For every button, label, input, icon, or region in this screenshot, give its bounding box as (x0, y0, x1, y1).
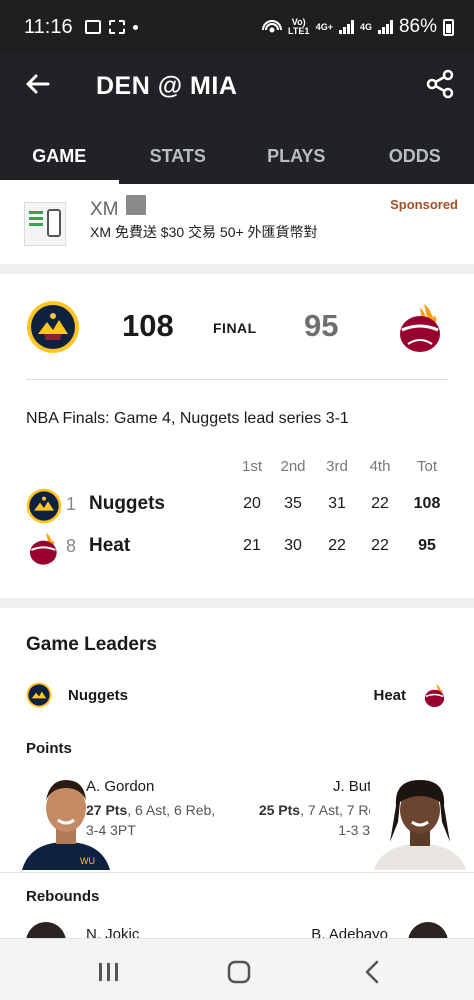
player-headshot-butler[interactable] (370, 772, 470, 870)
game-leaders-card: Game Leaders Nuggets Heat Points WU A. G… (0, 608, 474, 938)
leader-points: 27 Pts (86, 802, 128, 818)
network-4g-plus: 4G+ (315, 21, 333, 32)
recent-apps-icon[interactable] (94, 957, 124, 987)
team-name: Heat (89, 535, 131, 556)
table-row[interactable]: 8 Heat 21 30 22 22 95 (26, 526, 448, 568)
quarter-score: 22 (371, 537, 389, 554)
quarter-score: 22 (371, 495, 389, 512)
android-nav-bar (0, 938, 474, 1000)
notification-dot-icon (132, 24, 138, 30)
game-status: FINAL (213, 320, 257, 336)
quarter-score: 20 (243, 495, 261, 512)
score-card: 108 FINAL 95 NBA Finals: Game 4, Nuggets… (0, 274, 474, 598)
sponsored-label: Sponsored (390, 197, 458, 212)
volte-label: Vo) LTE1 (288, 17, 310, 36)
leader-name[interactable]: A. Gordon (86, 778, 154, 795)
gallery-icon (84, 20, 101, 34)
tab-stats[interactable]: STATS (119, 134, 238, 184)
quarter-score: 21 (243, 537, 261, 554)
table-row[interactable]: 1 Nuggets 20 35 31 22 108 (26, 484, 448, 526)
quarter-score: 30 (284, 537, 302, 554)
ad-brand: XM (90, 199, 119, 220)
game-title: DEN @ MIA (96, 72, 238, 100)
team-seed: 1 (66, 494, 77, 514)
left-team-name: Nuggets (68, 687, 128, 704)
line-score-header: 1st 2nd 3rd 4th Tot (26, 458, 448, 484)
total-score: 108 (413, 495, 441, 512)
ad-badge-icon (126, 195, 146, 215)
quarter-score: 31 (328, 495, 346, 512)
ad-thumbnail (24, 202, 66, 246)
col-total: Tot (416, 458, 437, 475)
clock: 11:16 (24, 15, 73, 38)
ad-text: XM 免費送 $30 交易 50+ 外匯貨幣對 (90, 224, 318, 240)
col-2nd: 2nd (280, 458, 306, 475)
quarter-score: 35 (284, 495, 302, 512)
nav-back-icon[interactable] (358, 957, 388, 987)
away-score: 95 (304, 308, 339, 343)
leader-name[interactable]: N. Jokic (86, 926, 139, 938)
tab-odds[interactable]: ODDS (356, 134, 474, 184)
tab-game[interactable]: GAME (0, 134, 119, 184)
arrow-left-icon[interactable] (22, 68, 54, 100)
nuggets-logo-icon (26, 682, 52, 708)
player-headshot-adebayo[interactable] (408, 922, 448, 938)
heat-logo-icon (400, 304, 440, 352)
series-note: NBA Finals: Game 4, Nuggets lead series … (26, 410, 349, 427)
hotspot-icon (261, 20, 282, 33)
battery-percent: 86% (398, 16, 437, 37)
quarter-score: 22 (328, 537, 346, 554)
home-score: 108 (122, 308, 174, 343)
col-1st: 1st (241, 458, 262, 475)
nuggets-logo-icon (27, 301, 79, 353)
home-icon[interactable] (224, 957, 254, 987)
col-3rd: 3rd (326, 458, 348, 475)
heat-logo-icon (424, 683, 445, 708)
share-icon[interactable] (424, 68, 456, 100)
leader-stat-rest: , 6 Ast, 6 Reb, (127, 802, 216, 818)
category-divider (0, 872, 474, 873)
leader-stats: 25 Pts, 7 Ast, 7 Reb, 1-3 3PT (259, 800, 388, 840)
total-score: 95 (418, 537, 436, 554)
leaders-team-header: Nuggets Heat (26, 682, 448, 712)
leader-points: 25 Pts (258, 802, 301, 818)
leader-3pt: 3-4 3PT (86, 822, 136, 838)
category-points: Points (26, 740, 72, 757)
tab-plays[interactable]: PLAYS (237, 134, 356, 184)
app-header: DEN @ MIA GAME STATS PLAYS ODDS (0, 54, 474, 184)
leader-name[interactable]: B. Adebayo (311, 926, 388, 938)
team-seed: 8 (66, 536, 77, 556)
signal-1-icon (338, 20, 354, 34)
nuggets-logo-icon (26, 488, 62, 524)
tab-bar: GAME STATS PLAYS ODDS (0, 134, 474, 184)
player-headshot-jokic[interactable] (26, 922, 66, 938)
signal-2-icon (377, 20, 393, 34)
line-score-table: 1st 2nd 3rd 4th Tot 1 Nuggets 20 35 31 2… (26, 458, 448, 568)
status-bar: 11:16 Vo) LTE1 4G+ 4G 86% (0, 0, 474, 54)
sponsored-ad[interactable]: XM XM 免費送 $30 交易 50+ 外匯貨幣對 Sponsored (0, 184, 474, 264)
col-4th: 4th (369, 458, 391, 475)
screenshot-icon (108, 20, 125, 34)
score-divider (26, 379, 448, 380)
battery-icon (443, 18, 454, 36)
section-title: Game Leaders (26, 634, 157, 655)
right-team-name: Heat (373, 687, 406, 704)
svg-text:WU: WU (80, 856, 95, 866)
category-rebounds: Rebounds (26, 888, 100, 905)
heat-logo-icon (30, 532, 57, 565)
leader-stats: 27 Pts, 6 Ast, 6 Reb, 3-4 3PT (86, 800, 215, 840)
network-4g: 4G (359, 21, 372, 32)
team-name: Nuggets (89, 493, 165, 514)
